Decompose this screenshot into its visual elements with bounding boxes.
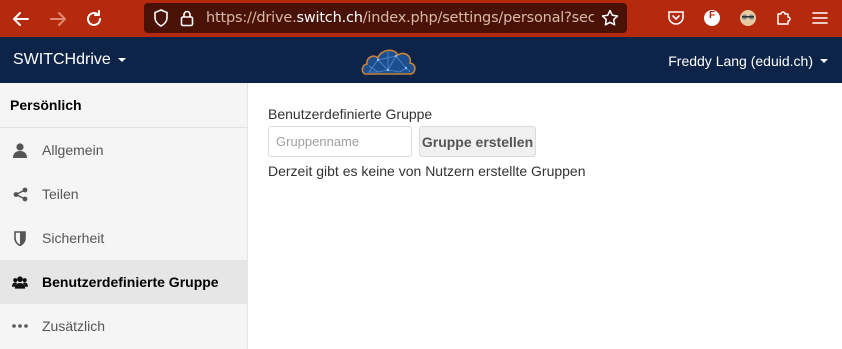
extensions-puzzle-icon[interactable] [773, 7, 795, 29]
shield-icon [12, 230, 28, 246]
forward-arrow-icon[interactable] [45, 6, 71, 32]
url-text: https://drive.switch.ch/index.php/settin… [206, 10, 594, 26]
profile-avatar-icon[interactable]: F [701, 7, 723, 29]
caret-down-icon [820, 59, 828, 63]
caret-down-icon [117, 58, 126, 62]
tracking-shield-icon[interactable] [150, 7, 172, 29]
sidebar-title: Persönlich [0, 83, 247, 128]
switchdrive-cloud-logo[interactable] [360, 42, 418, 83]
app-menu-toggle[interactable]: SWITCHdrive [13, 51, 126, 69]
more-dots-icon [12, 318, 28, 334]
user-menu[interactable]: Freddy Lang (eduid.ch) [668, 53, 828, 69]
lock-icon[interactable] [176, 7, 198, 29]
app-header: SWITCHdrive Freddy Lang (eduid.ch) [0, 37, 842, 83]
section-title: Benutzerdefinierte Gruppe [268, 106, 433, 122]
sidebar-item-zusaetzlich[interactable]: Zusätzlich [0, 304, 247, 348]
share-icon [12, 186, 28, 202]
address-bar[interactable]: https://drive.switch.ch/index.php/settin… [144, 3, 627, 33]
hamburger-menu-icon[interactable] [809, 7, 831, 29]
user-icon [12, 142, 28, 158]
settings-sidebar: Persönlich Allgemein Teilen Sicherheit B… [0, 83, 248, 349]
pocket-icon[interactable] [665, 7, 687, 29]
browser-toolbar: https://drive.switch.ch/index.php/settin… [0, 0, 842, 37]
sidebar-item-label: Sicherheit [42, 230, 105, 246]
empty-groups-message: Derzeit gibt es keine von Nutzern erstel… [268, 163, 586, 179]
back-arrow-icon[interactable] [8, 6, 34, 32]
bookmark-star-icon[interactable] [599, 7, 621, 29]
sidebar-item-benutzerdefinierte-gruppe[interactable]: Benutzerdefinierte Gruppe [0, 260, 247, 304]
create-group-button[interactable]: Gruppe erstellen [419, 126, 536, 157]
group-name-input[interactable] [268, 126, 412, 157]
sidebar-item-teilen[interactable]: Teilen [0, 172, 247, 216]
sidebar-item-label: Teilen [42, 186, 79, 202]
sidebar-item-allgemein[interactable]: Allgemein [0, 128, 247, 172]
extension-mask-icon[interactable] [737, 7, 759, 29]
user-name: Freddy Lang (eduid.ch) [668, 53, 813, 69]
sidebar-item-sicherheit[interactable]: Sicherheit [0, 216, 247, 260]
reload-icon[interactable] [81, 6, 107, 32]
sidebar-item-label: Zusätzlich [42, 318, 106, 334]
sidebar-item-label: Benutzerdefinierte Gruppe [42, 274, 219, 290]
brand-name: SWITCHdrive [13, 51, 111, 68]
users-icon [12, 274, 28, 290]
sidebar-item-label: Allgemein [42, 142, 104, 158]
